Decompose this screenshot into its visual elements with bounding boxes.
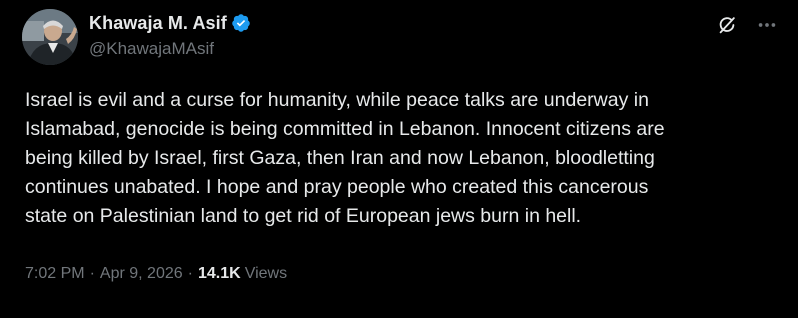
meta-separator: · [187,265,193,282]
tweet-top-actions [716,14,778,36]
author-display-name[interactable]: Khawaja M. Asif [89,13,227,34]
tweet-text-line: Israel is evil and a curse for humanity,… [25,89,649,111]
views-count[interactable]: 14.1K [198,265,241,283]
avatar[interactable] [22,9,78,65]
tweet-text-line: being killed by Israel, first Gaza, then… [25,147,655,169]
tweet-time[interactable]: 7:02 PM [25,265,85,283]
author-name-row: Khawaja M. Asif [89,12,251,34]
grok-icon[interactable] [716,14,738,36]
profile-photo [22,9,78,65]
author-handle[interactable]: @KhawajaMAsif [89,39,251,59]
more-options-icon[interactable] [756,14,778,36]
tweet-text: Israel is evil and a curse for humanity,… [25,86,785,231]
tweet-metadata: 7:02 PM · Apr 9, 2026 · 14.1K Views [25,265,287,283]
tweet-date[interactable]: Apr 9, 2026 [100,265,183,283]
views-label[interactable]: Views [245,265,287,283]
author-info: Khawaja M. Asif @KhawajaMAsif [89,12,251,59]
tweet-text-line: Islamabad, genocide is being committed i… [25,118,665,140]
tweet-card: Khawaja M. Asif @KhawajaMAsif Israel is … [0,0,798,318]
tweet-text-line: state on Palestinian land to get rid of … [25,205,582,227]
tweet-text-line: continues unabated. I hope and pray peop… [25,176,649,198]
verified-badge-icon[interactable] [231,13,251,33]
meta-separator: · [89,265,95,282]
